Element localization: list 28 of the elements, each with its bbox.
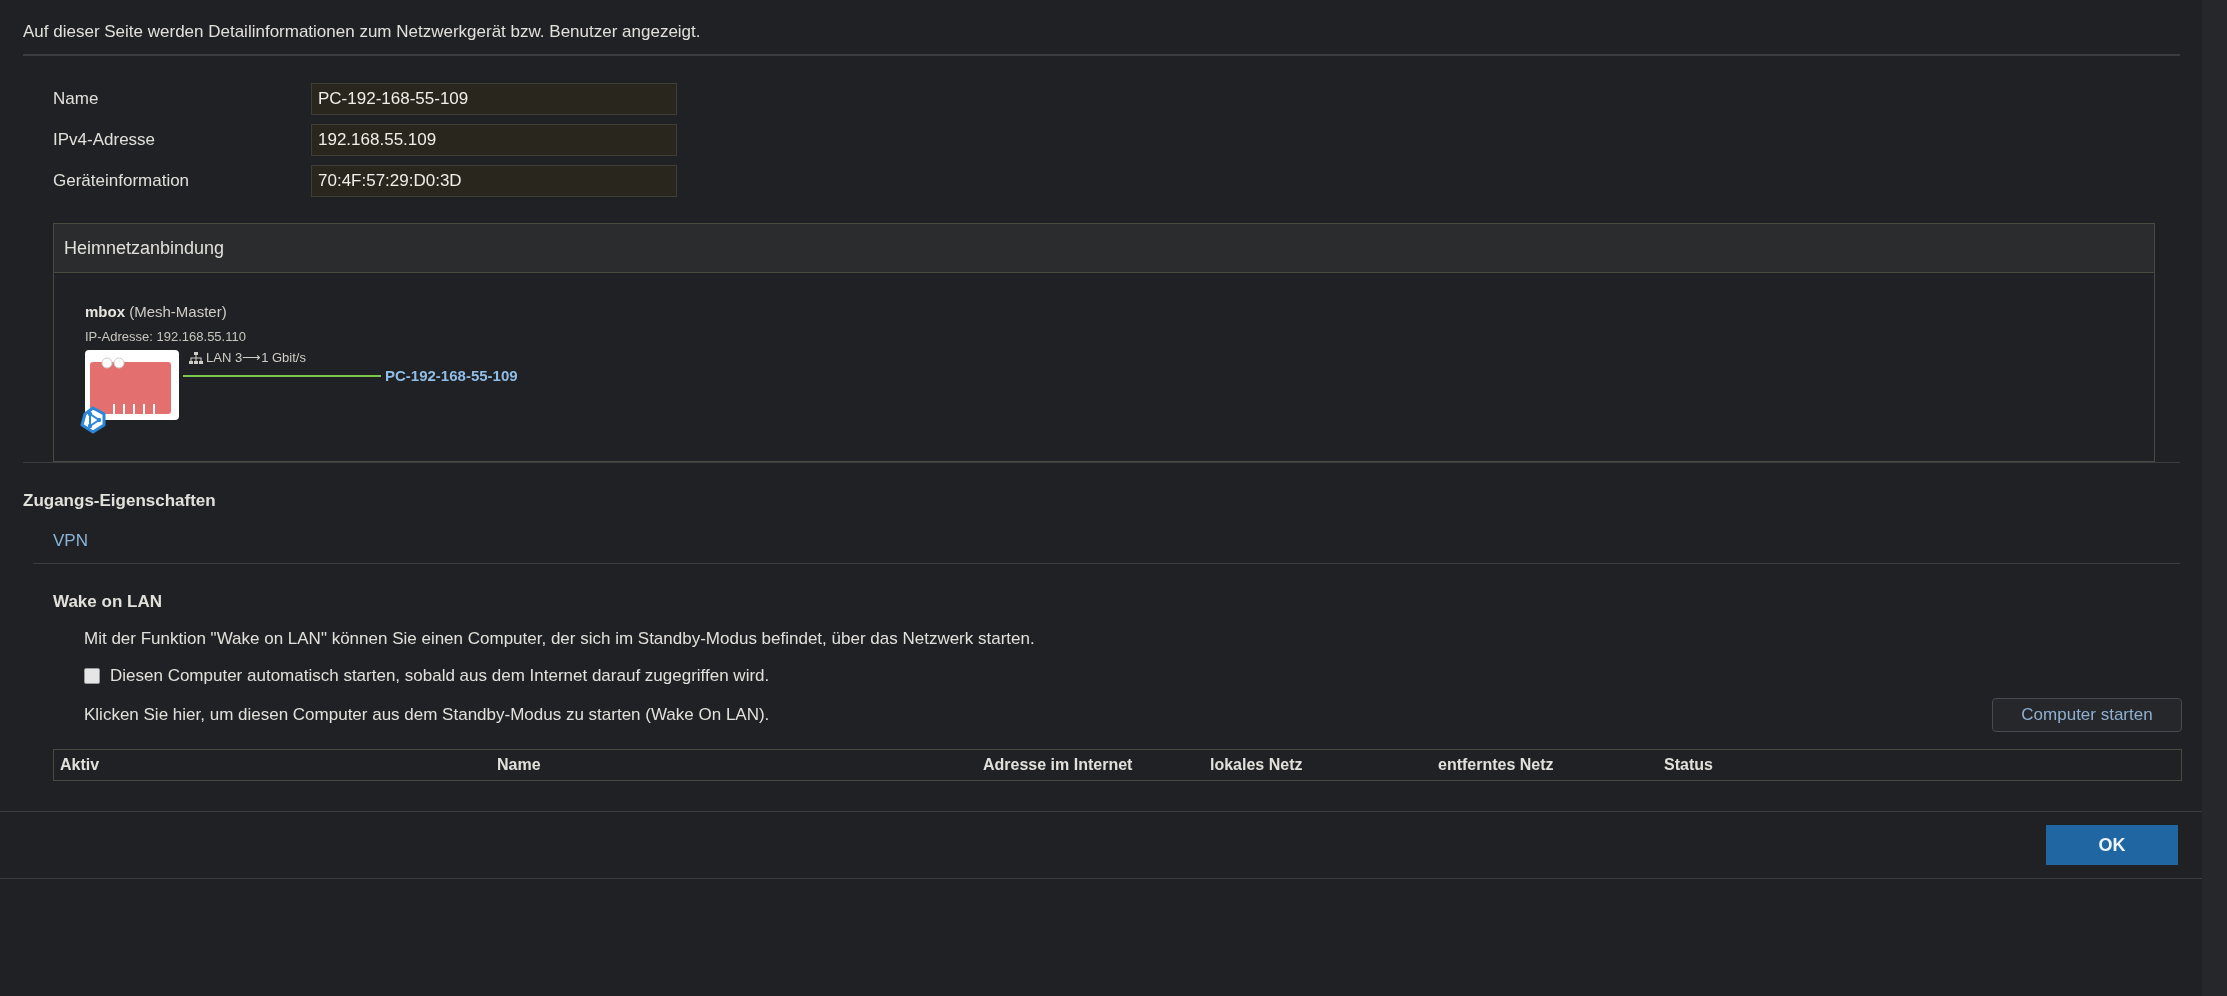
column-header: Adresse im Internet (982, 756, 1134, 774)
intro-text: Auf dieser Seite werden Detailinformationen zum Netzwerkgerät bzw. Benutzer angezeigt. (22, 21, 702, 43)
checkbox[interactable] (84, 668, 100, 684)
section-title: Wake on LAN (53, 592, 163, 612)
field-label: IPv4-Adresse (53, 130, 157, 150)
column-header: Name (496, 756, 542, 774)
device-link[interactable]: PC-192-168-55-109 (385, 367, 518, 384)
column-header: Status (1663, 756, 1714, 774)
section-title: Zugangs-Eigenschaften (22, 490, 217, 512)
device-title: mbox (Mesh-Master) (85, 303, 228, 320)
column-header: Aktiv (59, 756, 101, 774)
input-field[interactable]: 192.168.55.109 (311, 124, 677, 156)
instruction-text: Klicken Sie hier, um diesen Computer aus dem Standby-Modus zu starten (Wake On LAN). (84, 705, 770, 725)
ok-button[interactable]: OK (2046, 825, 2178, 865)
column-header: entferntes Netz (1437, 756, 1555, 774)
input-field[interactable]: PC-192-168-55-109 (311, 83, 677, 115)
network-icon (189, 351, 203, 364)
panel-header: Heimnetzanbindung (54, 224, 2154, 273)
device-ip: IP-Adresse: 192.168.55.110 (85, 329, 247, 344)
column-header: lokales Netz (1209, 756, 1304, 774)
port-label: LAN 3⟶1 Gbit/s (206, 350, 306, 365)
checkbox-label: Diesen Computer automatisch starten, sobald aus dem Internet darauf zugegriffen wird. (110, 666, 770, 686)
field-label: Geräteinformation (53, 171, 191, 191)
input-field[interactable]: 70:4F:57:29:D0:3D (311, 165, 677, 197)
start-computer-button[interactable]: Computer starten (1992, 698, 2182, 732)
description-text: Mit der Funktion "Wake on LAN" können Sie einen Computer, der sich im Standby-Modus befindet, über das Netzwerk starten. (84, 629, 1036, 649)
field-label: Name (53, 89, 100, 109)
vpn-link[interactable]: VPN (53, 531, 88, 551)
